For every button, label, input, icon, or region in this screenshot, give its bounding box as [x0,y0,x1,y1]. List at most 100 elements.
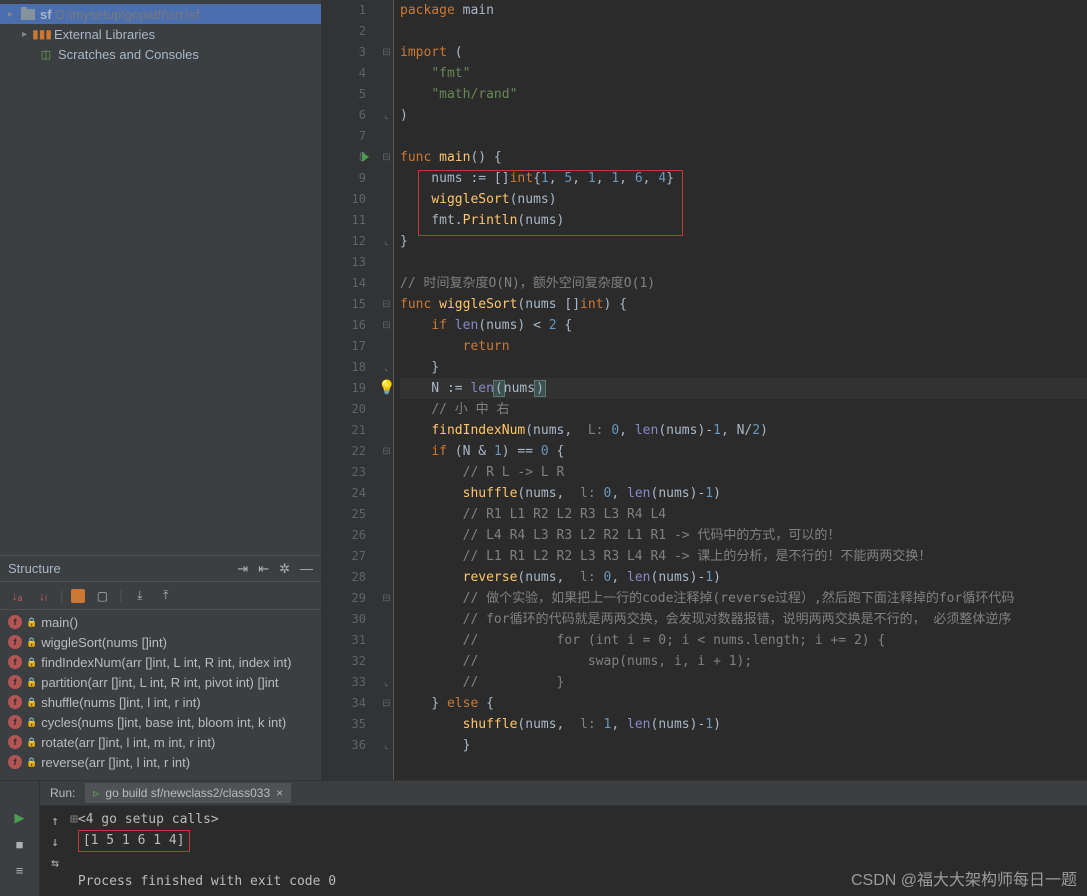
struct-label: wiggleSort(nums []int) [41,635,167,650]
sort-alpha-icon[interactable]: ↓ₐ [8,587,26,605]
code-line[interactable]: "math/rand" [400,84,1087,105]
struct-item[interactable]: f 🔒 findIndexNum(arr []int, L int, R int, … [0,652,321,672]
code-line[interactable]: package main [400,0,1087,21]
code-line[interactable]: func wiggleSort(nums []int) { [400,294,1087,315]
code-line[interactable]: func main() { [400,147,1087,168]
struct-label: findIndexNum(arr []int, L int, R int, in… [41,655,291,670]
run-tab[interactable]: ▹ go build sf/newclass2/class033 × [85,783,291,803]
code-line[interactable]: reverse(nums, l: 0, len(nums)-1) [400,567,1087,588]
code-line[interactable]: // } [400,672,1087,693]
code-line[interactable]: // for (int i = 0; i < nums.length; i +=… [400,630,1087,651]
project-root[interactable]: ▸ sfD:\mysetup\gopath\src\sf [0,4,321,24]
struct-item[interactable]: f🔒partition(arr []int, L int, R int, piv… [0,672,321,692]
code-line[interactable] [400,126,1087,147]
struct-item[interactable]: f🔒rotate(arr []int, l int, m int, r int) [0,732,321,752]
show-fields-icon[interactable]: ▢ [93,587,111,605]
scroll-down-icon[interactable]: ↓ [51,835,59,850]
code-line[interactable] [400,252,1087,273]
folder-icon [20,7,36,21]
run-tab-label: go build sf/newclass2/class033 [105,786,270,800]
struct-label: main() [41,615,78,630]
code-line[interactable]: } else { [400,693,1087,714]
expand-icon[interactable]: ▸ [8,9,18,20]
expand-icon[interactable]: ▸ [22,29,32,40]
code-line[interactable] [400,21,1087,42]
stop-icon[interactable]: ■ [11,835,29,853]
close-tab-icon[interactable]: × [276,786,283,800]
code-line[interactable]: // swap(nums, i, i + 1); [400,651,1087,672]
console-setup: <4 go setup calls> [78,812,219,827]
code-line[interactable]: } [400,735,1087,756]
structure-panel: Structure ⇥ ⇤ ✲ — ↓ₐ ↓ᵢ | ▢ | ⤓ ⤒ f🔒main… [0,555,321,780]
code-line[interactable]: "fmt" [400,63,1087,84]
code-line[interactable]: fmt.Println(nums) [400,210,1087,231]
collapse-all-icon[interactable]: ⇤ [258,561,269,577]
code-line[interactable]: // R1 L1 R2 L2 R3 L3 R4 L4 [400,504,1087,525]
expand-all-icon[interactable]: ⇥ [237,561,248,577]
watermark: CSDN @福大大架构师每日一题 [851,866,1077,890]
struct-item[interactable]: f🔒main() [0,612,321,632]
autoscroll-source-icon[interactable]: ⤓ [131,587,149,605]
function-icon: f [8,755,22,769]
project-tree: ▸ sfD:\mysetup\gopath\src\sf ▸ ▮▮▮ Exter… [0,0,321,555]
struct-label: cycles(nums []int, base int, bloom int, … [41,715,286,730]
code-line[interactable]: return [400,336,1087,357]
scratches-consoles[interactable]: ◫ Scratches and Consoles [0,44,321,64]
code-line[interactable]: import ( [400,42,1087,63]
editor-area[interactable]: 1234567891011121314151617181920212223242… [322,0,1087,780]
scratch-icon: ◫ [38,47,54,61]
rerun-icon[interactable]: ▶ [11,809,29,827]
code-line[interactable]: // L1 R1 L2 R2 L3 R3 L4 R4 -> 课上的分析，是不行的… [400,546,1087,567]
code-line[interactable]: // 时间复杂度O(N)，额外空间复杂度O(1) [400,273,1087,294]
code-line[interactable]: wiggleSort(nums) [400,189,1087,210]
run-toolbar: ▶ ■ ≡ [0,781,40,896]
function-icon: f [8,655,22,669]
struct-item[interactable]: f 🔒 wiggleSort(nums []int) [0,632,321,652]
struct-label: rotate(arr []int, l int, m int, r int) [41,735,215,750]
lock-icon: 🔒 [26,657,37,668]
function-icon: f [8,715,22,729]
function-icon: f [8,635,22,649]
scratches-label: Scratches and Consoles [58,47,199,62]
code-line[interactable]: // 做个实验，如果把上一行的code注释掉(reverse过程）,然后跑下面注… [400,588,1087,609]
intention-bulb-icon[interactable]: 💡 [378,378,395,399]
code-line[interactable]: } [400,357,1087,378]
code-area[interactable]: package main import ( "fmt" "math/rand") f… [394,0,1087,780]
lock-icon: 🔒 [26,757,37,768]
code-line[interactable]: if len(nums) < 2 { [400,315,1087,336]
code-line[interactable]: findIndexNum(nums, L: 0, len(nums)-1, N/… [400,420,1087,441]
code-line[interactable]: // L4 R4 L3 R3 L2 R2 L1 R1 -> 代码中的方式，可以的… [400,525,1087,546]
code-line[interactable]: shuffle(nums, l: 1, len(nums)-1) [400,714,1087,735]
autoscroll-from-icon[interactable]: ⤒ [157,587,175,605]
filter-icon[interactable] [71,589,85,603]
code-line[interactable]: if (N & 1) == 0 { [400,441,1087,462]
structure-toolbar: ↓ₐ ↓ᵢ | ▢ | ⤓ ⤒ [0,582,321,610]
line-gutter[interactable]: 1234567891011121314151617181920212223242… [322,0,380,780]
soft-wrap-icon[interactable]: ⇆ [51,856,59,871]
run-gutter-icon[interactable] [362,152,369,162]
code-line[interactable]: // 小 中 右 [400,399,1087,420]
code-line[interactable]: } [400,231,1087,252]
structure-list: f🔒main()f🔒wiggleSort(nums []int)f🔒findIn… [0,610,321,774]
code-line[interactable]: nums := []int{1, 5, 1, 1, 6, 4} [400,168,1087,189]
lock-icon: 🔒 [26,637,37,648]
settings-icon[interactable]: ✲ [279,561,290,577]
struct-item[interactable]: f 🔒 cycles(nums []int, base int, bloom int… [0,712,321,732]
struct-item[interactable]: f 🔒 reverse(arr []int, l int, r int) [0,752,321,772]
structure-title: Structure [8,561,61,576]
hide-icon[interactable]: — [300,561,313,577]
code-line[interactable]: // R L -> L R [400,462,1087,483]
code-line[interactable]: // for循环的代码就是两两交换，会发现对数器报错，说明两两交换是不行的， 必… [400,609,1087,630]
struct-label: reverse(arr []int, l int, r int) [41,755,190,770]
code-line[interactable]: shuffle(nums, l: 0, len(nums)-1) [400,483,1087,504]
scroll-up-icon[interactable]: ↑ [51,814,59,829]
lock-icon: 🔒 [26,677,37,688]
sort-type-icon[interactable]: ↓ᵢ [34,587,52,605]
layout-icon[interactable]: ≡ [11,861,29,879]
code-line[interactable]: 💡 N := len(nums) [400,378,1087,399]
struct-item[interactable]: f🔒shuffle(nums []int, l int, r int) [0,692,321,712]
lock-icon: 🔒 [26,717,37,728]
run-label: Run: [40,786,85,800]
external-libraries[interactable]: ▸ ▮▮▮ External Libraries [0,24,321,44]
code-line[interactable]: ) [400,105,1087,126]
